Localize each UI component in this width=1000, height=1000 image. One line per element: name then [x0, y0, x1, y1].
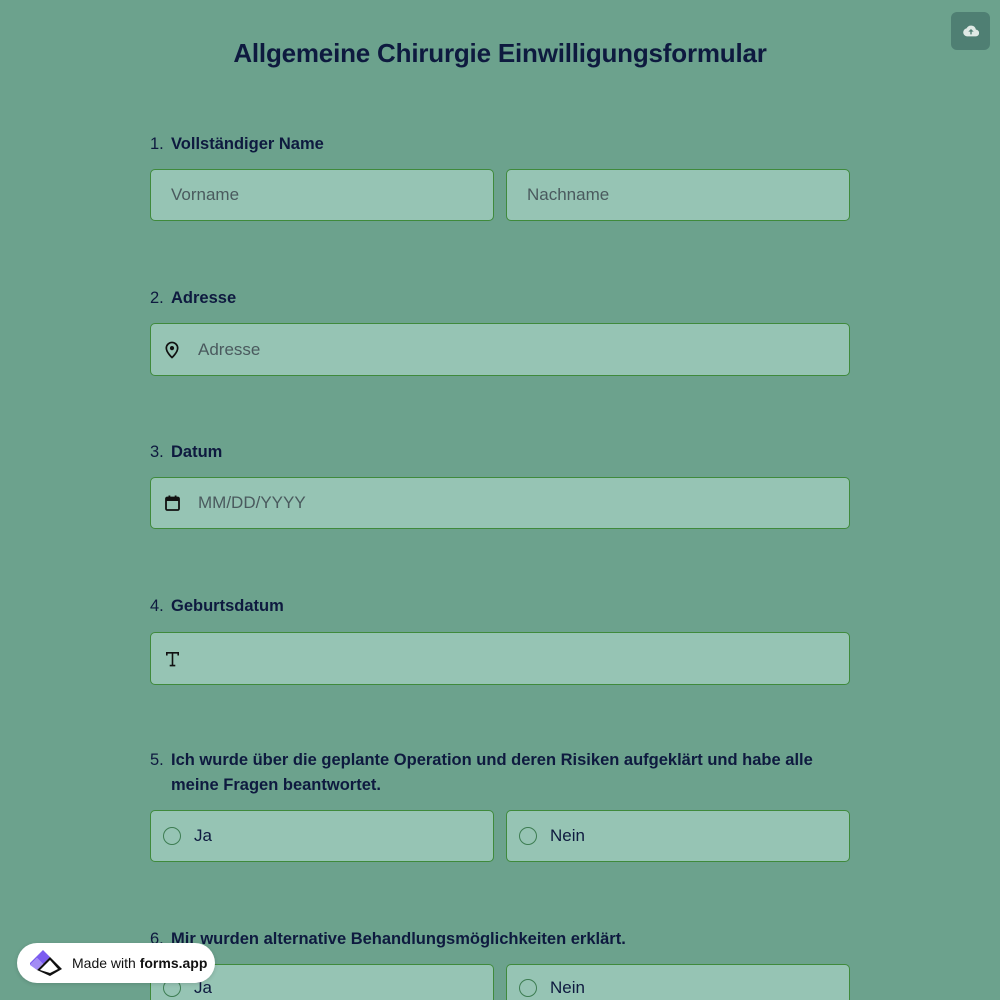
radio-button[interactable]	[519, 827, 537, 845]
birthdate-field[interactable]	[150, 632, 850, 685]
choice-label: Ja	[194, 826, 212, 845]
location-pin-icon	[165, 341, 179, 358]
question-3-label: 3. Datum	[150, 440, 840, 465]
first-name-field[interactable]	[150, 169, 494, 221]
choice-yes[interactable]: Ja	[150, 810, 494, 862]
last-name-field[interactable]	[506, 169, 850, 221]
question-number: 2.	[150, 289, 164, 307]
forms-app-logo-icon	[26, 946, 66, 980]
question-text: Ich wurde über die geplante Operation un…	[171, 751, 813, 794]
text-t-icon	[165, 651, 180, 667]
question-text: Datum	[171, 443, 223, 461]
date-field[interactable]	[150, 477, 850, 529]
question-6-label: 6. Mir wurden alternative Behandlungsmög…	[150, 927, 840, 952]
badge-brand: forms.app	[139, 955, 208, 971]
question-number: 5.	[150, 751, 164, 769]
calendar-icon	[165, 495, 180, 511]
radio-button[interactable]	[163, 827, 181, 845]
birthdate-input[interactable]	[151, 633, 849, 684]
radio-button[interactable]	[519, 979, 537, 997]
first-name-input[interactable]	[151, 170, 493, 220]
question-4-label: 4. Geburtsdatum	[150, 594, 840, 619]
question-number: 1.	[150, 135, 164, 153]
last-name-input[interactable]	[507, 170, 849, 220]
made-with-badge[interactable]: Made with forms.app	[17, 943, 215, 983]
address-input[interactable]	[151, 324, 849, 375]
form-title: Allgemeine Chirurgie Einwilligungsformul…	[233, 38, 767, 68]
question-5-label: 5. Ich wurde über die geplante Operation…	[150, 748, 840, 798]
question-number: 4.	[150, 597, 164, 615]
date-input[interactable]	[151, 478, 849, 528]
choice-no[interactable]: Nein	[506, 964, 850, 1000]
cloud-upload-icon	[962, 25, 979, 37]
choice-no[interactable]: Nein	[506, 810, 850, 862]
choice-label: Nein	[550, 978, 585, 997]
question-2-label: 2. Adresse	[150, 286, 840, 311]
badge-prefix: Made with	[72, 955, 136, 971]
question-number: 3.	[150, 443, 164, 461]
address-field[interactable]	[150, 323, 850, 376]
question-1-label: 1. Vollständiger Name	[150, 132, 840, 157]
badge-text: Made with forms.app	[72, 955, 207, 971]
choice-label: Nein	[550, 826, 585, 845]
question-text: Adresse	[171, 289, 237, 307]
question-text: Mir wurden alternative Behandlungsmöglic…	[171, 930, 626, 948]
question-text: Geburtsdatum	[171, 597, 284, 615]
question-text: Vollständiger Name	[171, 135, 324, 153]
